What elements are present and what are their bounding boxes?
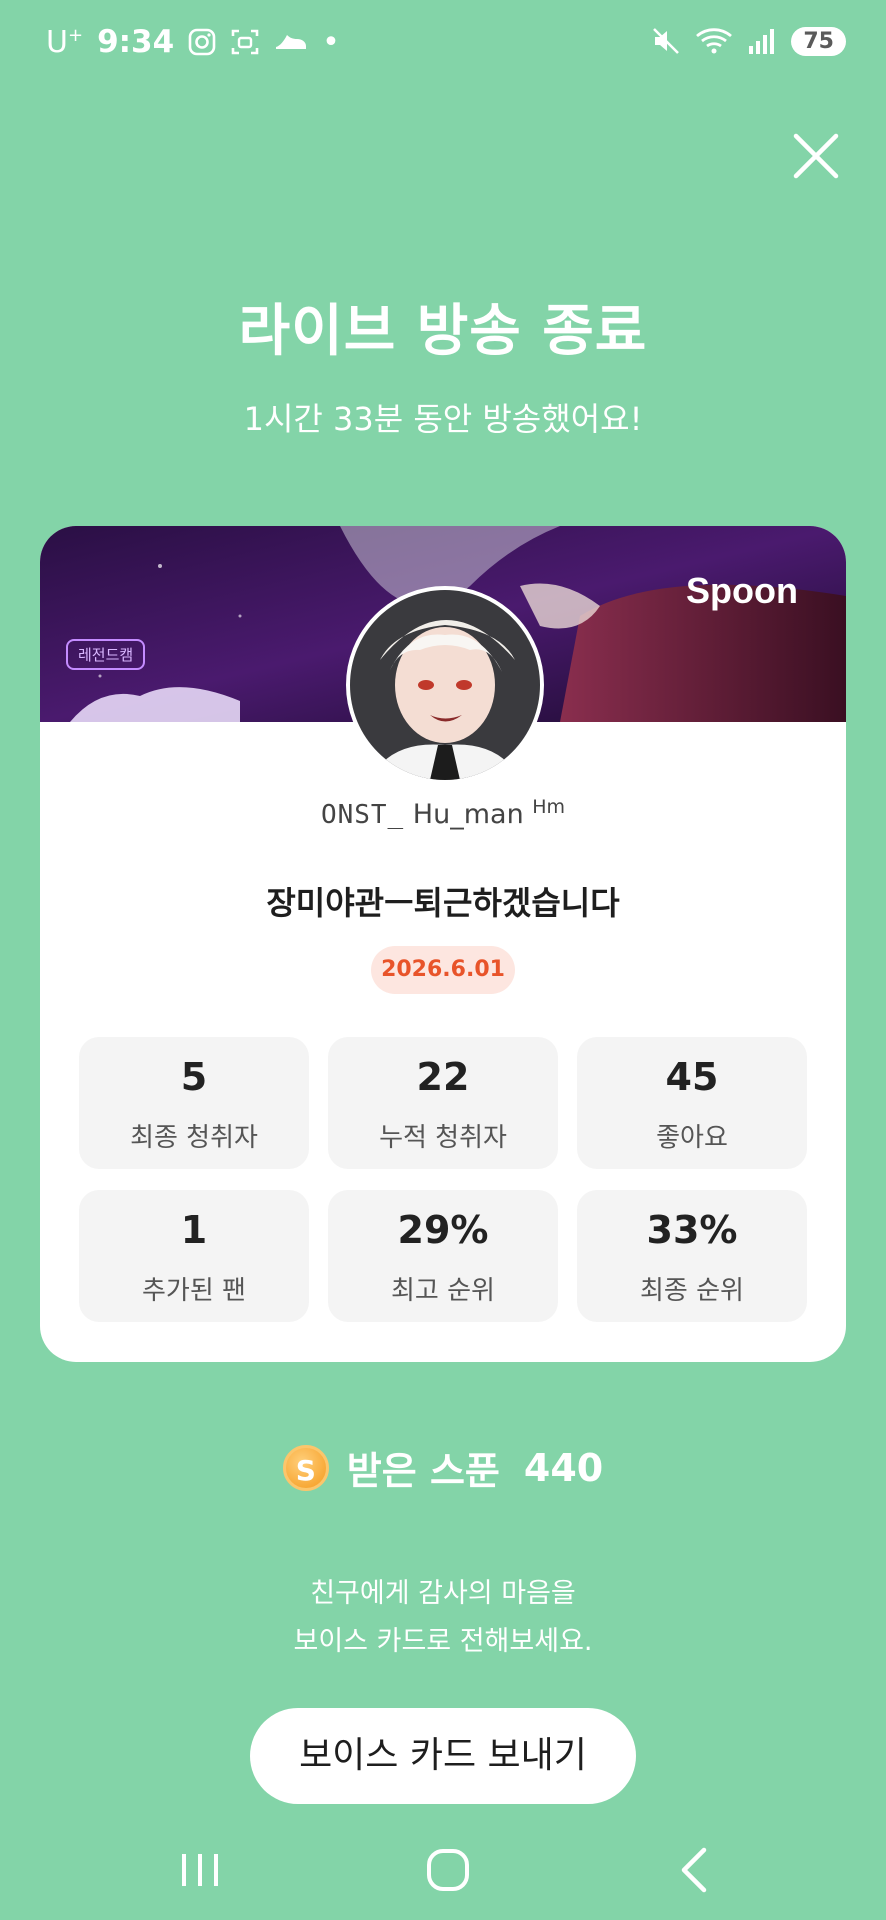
signal-icon: [749, 29, 775, 54]
page-title: 라이브 방송 종료: [238, 299, 648, 364]
banner-tag: 레전드캠: [66, 639, 146, 670]
spoon-logo: Spoon: [686, 570, 798, 611]
navigation-bar: [0, 1820, 886, 1920]
stat-label: 최종 청취자: [130, 1123, 258, 1153]
stat-final-listeners: 5 최종 청취자: [79, 1037, 309, 1169]
carrier-label: U+: [46, 24, 84, 60]
shoe-icon: [276, 35, 307, 49]
instagram-icon: [188, 28, 216, 56]
stat-label: 최고 순위: [391, 1276, 495, 1306]
username: ONST_ Hu_man Hm: [320, 796, 566, 830]
clock: 9:34: [97, 24, 175, 60]
broadcast-duration: 1시간 33분 동안 방송했어요!: [243, 400, 643, 438]
stat-value: 29%: [397, 1208, 489, 1252]
stat-value: 22: [416, 1055, 470, 1099]
send-voice-card-button[interactable]: 보이스 카드 보내기: [250, 1708, 636, 1804]
stat-new-fans: 1 추가된 팬: [79, 1190, 309, 1322]
avatar: [346, 586, 544, 784]
mute-icon: [653, 28, 680, 54]
stat-value: 33%: [646, 1208, 738, 1252]
received-spoons-label: 받은 스푼: [346, 1449, 500, 1493]
avatar-image: [350, 590, 540, 780]
stat-label: 최종 순위: [640, 1276, 744, 1306]
notification-dot-icon: •: [322, 24, 340, 60]
stat-label: 추가된 팬: [142, 1276, 246, 1306]
broadcast-title: 장미야관ㅡ퇴근하겠습니다: [266, 884, 620, 922]
status-bar-right: 75: [651, 26, 846, 56]
close-icon[interactable]: [790, 130, 842, 182]
received-spoons-amount: 440: [523, 1445, 604, 1490]
stat-label: 누적 청취자: [379, 1123, 507, 1153]
home-icon[interactable]: [418, 1840, 478, 1900]
screenshot-icon: [231, 29, 259, 55]
back-icon[interactable]: [666, 1840, 726, 1900]
broadcast-summary-card: 레전드캠 Spoon ONST_ Hu_man Hm 장미야관ㅡ퇴근하겠습니다 …: [40, 526, 846, 1362]
recent-apps-icon[interactable]: [170, 1840, 230, 1900]
status-bar: U+ 9:34 • 75: [0, 0, 886, 90]
thanks-line-2: 보이스 카드로 전해보세요.: [293, 1626, 593, 1657]
stat-total-listeners: 22 누적 청취자: [328, 1037, 558, 1169]
date-badge: 2026.6.01: [371, 946, 515, 994]
stat-final-rank: 33% 최종 순위: [577, 1190, 807, 1322]
stat-likes: 45 좋아요: [577, 1037, 807, 1169]
stat-value: 45: [665, 1055, 719, 1099]
wifi-icon: [696, 28, 733, 54]
spoon-coin-icon: S: [282, 1444, 329, 1491]
stat-value: 1: [180, 1208, 208, 1252]
status-bar-left: U+ 9:34 •: [46, 24, 340, 60]
stat-value: 5: [180, 1055, 208, 1099]
thanks-message: 친구에게 감사의 마음을 보이스 카드로 전해보세요.: [0, 1570, 886, 1666]
thanks-line-1: 친구에게 감사의 마음을: [310, 1578, 576, 1609]
received-spoons: S 받은 스푼 440: [0, 1440, 886, 1495]
battery-level: 75: [791, 26, 846, 56]
stat-label: 좋아요: [656, 1123, 728, 1153]
stat-best-rank: 29% 최고 순위: [328, 1190, 558, 1322]
